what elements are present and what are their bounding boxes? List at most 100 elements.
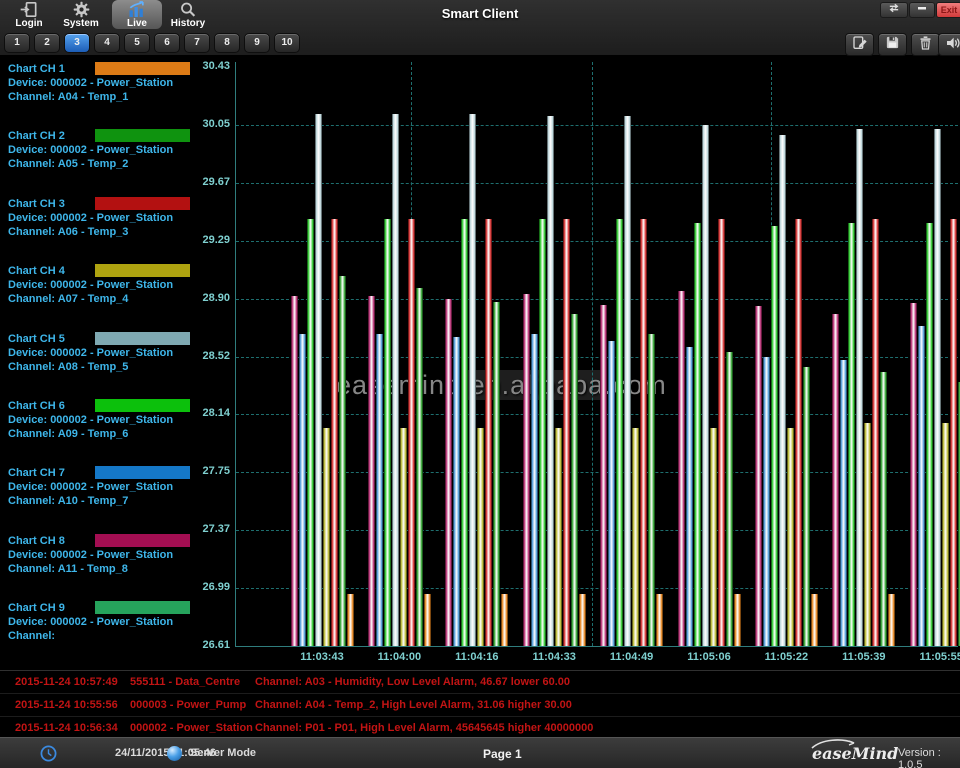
bar-ch8-g5 bbox=[600, 305, 607, 646]
bar-ch2-g3 bbox=[493, 302, 500, 646]
bar-ch8-g3 bbox=[445, 299, 452, 646]
bar-ch1-g1 bbox=[347, 594, 354, 646]
bar-ch5-g7 bbox=[779, 135, 786, 646]
bar-ch7-g4 bbox=[531, 334, 538, 646]
bar-ch3-g2 bbox=[408, 219, 415, 646]
y-tick-label: 30.05 bbox=[185, 118, 230, 130]
bar-ch7-g6 bbox=[686, 347, 693, 646]
y-tick-label: 28.90 bbox=[185, 292, 230, 304]
bar-ch4-g5 bbox=[632, 428, 639, 646]
x-tick-label: 11:04:33 bbox=[522, 651, 586, 663]
alarm-message: Channel: P01 - P01, High Level Alarm, 45… bbox=[255, 722, 593, 734]
status-mode: Server Mode bbox=[190, 747, 256, 759]
alarm-time: 2015-11-24 10:55:56 bbox=[15, 699, 118, 711]
bar-ch6-g3 bbox=[461, 219, 468, 646]
alarm-list: 2015-11-24 10:57:49 555111 - Data_Centre C… bbox=[0, 670, 960, 738]
bar-ch3-g1 bbox=[331, 219, 338, 646]
alarm-device: 555111 - Data_Centre bbox=[130, 676, 240, 688]
bar-ch4-g8 bbox=[864, 423, 871, 646]
blue-led-icon bbox=[167, 746, 182, 761]
bar-ch3-g7 bbox=[795, 219, 802, 646]
y-tick-label: 29.29 bbox=[185, 234, 230, 246]
bar-ch1-g7 bbox=[811, 594, 818, 646]
bar-ch8-g4 bbox=[523, 294, 530, 646]
bar-ch3-g4 bbox=[563, 219, 570, 646]
bar-ch8-g9 bbox=[910, 303, 917, 646]
status-bar: 24/11/2015 11:05:46 Server Mode Page 1 e… bbox=[0, 737, 960, 768]
bar-ch7-g9 bbox=[918, 326, 925, 646]
bar-ch5-g4 bbox=[547, 116, 554, 646]
x-tick-label: 11:04:16 bbox=[445, 651, 509, 663]
bar-ch1-g2 bbox=[424, 594, 431, 646]
bar-ch5-g8 bbox=[856, 129, 863, 646]
alarm-row-2[interactable]: 2015-11-24 10:55:56000003 - Power_PumpCh… bbox=[0, 694, 960, 717]
x-tick-label: 11:05:22 bbox=[754, 651, 818, 663]
bar-ch7-g2 bbox=[376, 334, 383, 646]
y-tick-label: 28.52 bbox=[185, 350, 230, 362]
easemind-logo: easeMind bbox=[812, 744, 898, 763]
bar-ch3-g8 bbox=[872, 219, 879, 646]
x-tick-label: 11:05:06 bbox=[677, 651, 741, 663]
bar-ch4-g3 bbox=[477, 428, 484, 646]
bar-ch6-g1 bbox=[307, 219, 314, 646]
bar-ch7-g3 bbox=[453, 337, 460, 646]
bar-ch1-g4 bbox=[579, 594, 586, 646]
y-tick-label: 28.14 bbox=[185, 407, 230, 419]
bar-ch7-g7 bbox=[763, 357, 770, 647]
bar-ch6-g7 bbox=[771, 226, 778, 646]
bar-ch4-g2 bbox=[400, 428, 407, 646]
bar-ch2-g1 bbox=[339, 276, 346, 646]
bar-ch6-g9 bbox=[926, 223, 933, 646]
bar-ch2-g8 bbox=[880, 372, 887, 646]
x-tick-label: 11:05:39 bbox=[832, 651, 896, 663]
x-tick-label: 11:04:49 bbox=[600, 651, 664, 663]
bar-ch2-g2 bbox=[416, 288, 423, 646]
bar-ch8-g1 bbox=[291, 296, 298, 646]
bar-ch4-g1 bbox=[323, 428, 330, 646]
x-tick-label: 11:05:55 bbox=[909, 651, 960, 663]
bar-ch1-g5 bbox=[656, 594, 663, 646]
bar-ch1-g3 bbox=[501, 594, 508, 646]
bar-ch6-g4 bbox=[539, 219, 546, 646]
y-tick-label: 27.75 bbox=[185, 465, 230, 477]
bar-ch1-g6 bbox=[734, 594, 741, 646]
bar-ch7-g8 bbox=[840, 360, 847, 646]
alarm-time: 2015-11-24 10:56:34 bbox=[15, 722, 118, 734]
h-gridline bbox=[236, 183, 958, 184]
bar-ch5-g2 bbox=[392, 114, 399, 646]
v-gridline bbox=[592, 62, 593, 646]
bar-ch7-g5 bbox=[608, 341, 615, 646]
bar-ch4-g9 bbox=[942, 423, 949, 646]
alarm-time: 2015-11-24 10:57:49 bbox=[15, 676, 118, 688]
live-bar-chart: easemind.en.alibaba.com 30.4330.0529.672… bbox=[0, 0, 960, 768]
h-gridline bbox=[236, 125, 958, 126]
bar-ch3-g3 bbox=[485, 219, 492, 646]
smart-client-window: Login System Live History Smart Client bbox=[0, 0, 960, 768]
bar-ch8-g6 bbox=[678, 291, 685, 646]
bar-ch6-g5 bbox=[616, 219, 623, 646]
bar-ch5-g3 bbox=[469, 114, 476, 646]
bar-ch5-g1 bbox=[315, 114, 322, 646]
bar-ch6-g8 bbox=[848, 223, 855, 646]
bar-ch5-g5 bbox=[624, 116, 631, 646]
y-tick-label: 26.99 bbox=[185, 581, 230, 593]
y-tick-label: 26.61 bbox=[185, 639, 230, 651]
version-label: Version : 1.0.5 bbox=[898, 747, 960, 768]
bar-ch3-g6 bbox=[718, 219, 725, 646]
bar-ch5-g6 bbox=[702, 125, 709, 646]
y-tick-label: 29.67 bbox=[185, 176, 230, 188]
x-tick-label: 11:04:00 bbox=[367, 651, 431, 663]
bar-ch2-g4 bbox=[571, 314, 578, 646]
y-tick-label: 27.37 bbox=[185, 523, 230, 535]
alarm-row-1[interactable]: 2015-11-24 10:57:49555111 - Data_CentreC… bbox=[0, 671, 960, 694]
bar-ch2-g6 bbox=[726, 352, 733, 646]
bar-ch4-g7 bbox=[787, 428, 794, 646]
y-tick-label: 30.43 bbox=[185, 60, 230, 72]
bar-ch2-g5 bbox=[648, 334, 655, 646]
alarm-message: Channel: A04 - Temp_2, High Level Alarm,… bbox=[255, 699, 572, 711]
page-indicator: Page 1 bbox=[483, 747, 522, 761]
clock-icon bbox=[40, 745, 57, 767]
x-tick-label: 11:03:43 bbox=[290, 651, 354, 663]
alarm-device: 000002 - Power_Station bbox=[130, 722, 253, 734]
bar-ch4-g6 bbox=[710, 428, 717, 646]
